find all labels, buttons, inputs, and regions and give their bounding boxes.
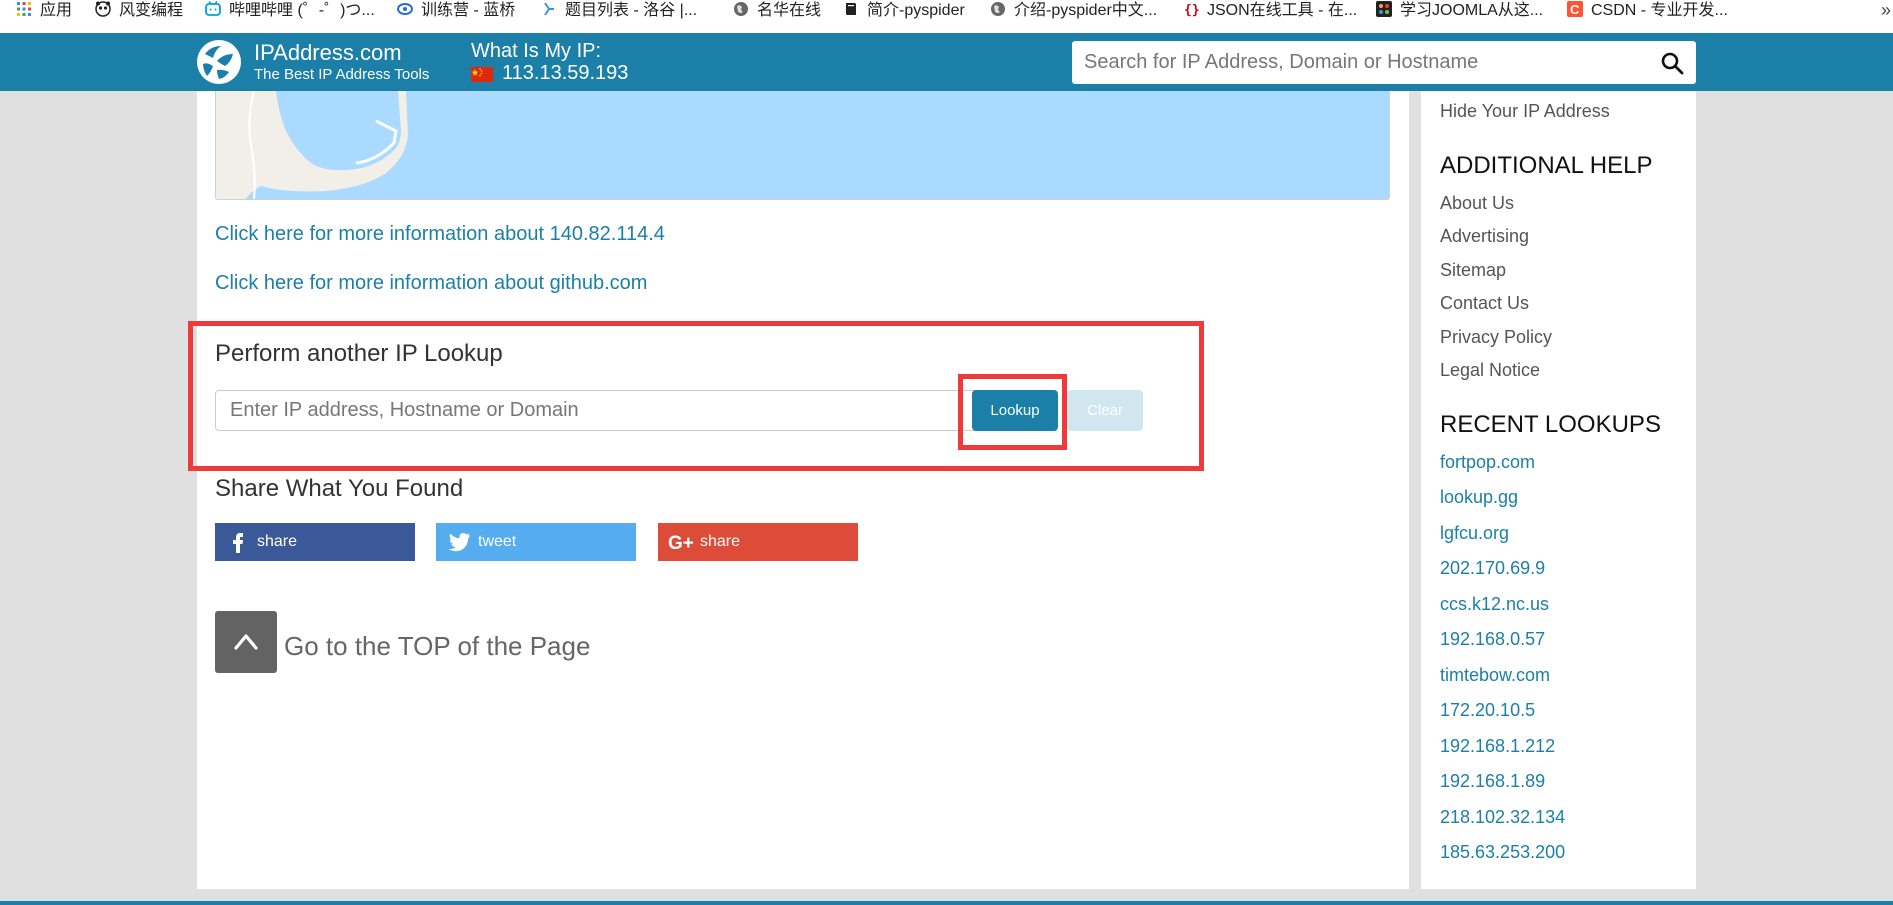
book-icon: [846, 3, 856, 15]
recent-lookup-item[interactable]: lgfcu.org: [1440, 523, 1509, 544]
lookup-button-highlight: [958, 374, 1067, 450]
site-search-box: [1072, 41, 1696, 84]
recent-lookup-item[interactable]: 172.20.10.5: [1440, 700, 1535, 721]
recent-lookup-item[interactable]: ccs.k12.nc.us: [1440, 594, 1549, 615]
bookmark-label: 应用: [40, 2, 73, 19]
share-label: share: [257, 533, 298, 550]
sidebar-item-legal-notice[interactable]: Legal Notice: [1440, 360, 1540, 381]
bookmark-label: 名华在线: [757, 2, 822, 19]
share-heading: Share What You Found: [215, 475, 464, 502]
twitter-tweet-button[interactable]: tweet: [436, 523, 636, 561]
more-info-ip-link[interactable]: Click here for more information about 14…: [215, 223, 665, 246]
apps-grid-icon: [17, 2, 31, 16]
joomla-icon: [1376, 1, 1392, 17]
main-content: Click here for more information about 14…: [197, 91, 1409, 889]
bookmark-luogu[interactable]: 题目列表 - 洛谷 |...: [541, 0, 697, 22]
globe-icon: [734, 2, 748, 16]
recent-lookups-heading: RECENT LOOKUPS: [1440, 411, 1661, 438]
bookmark-label: 题目列表 - 洛谷 |...: [565, 2, 698, 19]
bookmark-minghua[interactable]: 名华在线: [733, 0, 821, 22]
site-brand[interactable]: IPAddress.com: [254, 40, 402, 66]
csdn-icon: C: [1567, 1, 1583, 17]
recent-lookup-item[interactable]: lookup.gg: [1440, 487, 1518, 508]
svg-text:C: C: [1570, 2, 1580, 17]
hide-ip-link[interactable]: Hide Your IP Address: [1440, 101, 1610, 122]
json-braces-icon: {}: [1184, 3, 1199, 17]
recent-lookup-item[interactable]: fortpop.com: [1440, 452, 1535, 473]
twitter-icon: [448, 533, 470, 552]
recent-lookup-item[interactable]: 202.170.69.9: [1440, 558, 1545, 579]
location-map[interactable]: [215, 91, 1390, 200]
luogu-icon: [544, 2, 554, 16]
sidebar-item-privacy-policy[interactable]: Privacy Policy: [1440, 327, 1552, 348]
bookmark-label: 学习JOOMLA从这...: [1400, 2, 1544, 19]
google-plus-icon: G+: [668, 533, 694, 554]
bookmark-label: 介绍-pyspider中文...: [1014, 2, 1158, 19]
recent-lookup-item[interactable]: timtebow.com: [1440, 665, 1550, 686]
my-ip-label: What Is My IP:: [471, 40, 602, 62]
bookmark-bilibili[interactable]: 哔哩哔哩 (゜-゜)つ...: [205, 0, 375, 22]
ipaddress-logo-icon[interactable]: [197, 40, 241, 84]
site-search-input[interactable]: [1072, 41, 1644, 84]
bookmark-label: 哔哩哔哩 (゜-゜)つ...: [229, 2, 375, 19]
bookmark-json[interactable]: {} JSON在线工具 - 在...: [1183, 0, 1357, 22]
bookmark-lanqiao[interactable]: 训练营 - 蓝桥: [397, 0, 515, 22]
lanqiao-icon: [397, 3, 413, 15]
bookmark-label: CSDN - 专业开发...: [1591, 2, 1728, 19]
bilibili-tv-icon: [205, 1, 221, 16]
google-plus-share-button[interactable]: G+ share: [658, 523, 858, 561]
globe-icon: [991, 2, 1005, 16]
bookmark-pyspider-cn[interactable]: 介绍-pyspider中文...: [990, 0, 1157, 22]
bookmark-label: 风变编程: [119, 2, 184, 19]
sidebar-item-sitemap[interactable]: Sitemap: [1440, 260, 1506, 281]
more-info-domain-link[interactable]: Click here for more information about gi…: [215, 272, 647, 295]
bookmark-csdn[interactable]: C CSDN - 专业开发...: [1567, 0, 1728, 22]
bookmarks-overflow-button[interactable]: »: [1881, 0, 1891, 22]
site-tagline: The Best IP Address Tools: [254, 66, 430, 83]
tweet-label: tweet: [478, 533, 517, 550]
bookmark-apps[interactable]: 应用: [16, 0, 72, 22]
recent-lookup-item[interactable]: 192.168.0.57: [1440, 629, 1545, 650]
share-label: share: [700, 533, 741, 550]
bookmark-joomla[interactable]: 学习JOOMLA从这...: [1376, 0, 1543, 22]
panda-icon: [95, 1, 111, 17]
recent-lookup-item[interactable]: 185.63.253.200: [1440, 842, 1565, 863]
bookmark-label: 训练营 - 蓝桥: [421, 2, 516, 19]
svg-text:{}: {}: [1184, 3, 1199, 17]
bookmark-fengbian[interactable]: 风变编程: [95, 0, 183, 22]
chevron-up-icon: [234, 634, 258, 650]
bookmark-pyspider[interactable]: 简介-pyspider: [843, 0, 965, 22]
search-icon[interactable]: [1660, 51, 1684, 75]
recent-lookup-item[interactable]: 192.168.1.212: [1440, 736, 1555, 757]
go-to-top-button[interactable]: [215, 611, 277, 673]
sidebar: Hide Your IP Address ADDITIONAL HELP Abo…: [1421, 91, 1696, 889]
facebook-icon: [233, 533, 243, 553]
facebook-share-button[interactable]: share: [215, 523, 415, 561]
recent-lookup-item[interactable]: 218.102.32.134: [1440, 807, 1565, 828]
china-flag-icon: [471, 67, 493, 82]
bookmark-label: 简介-pyspider: [867, 2, 965, 19]
sidebar-item-advertising[interactable]: Advertising: [1440, 226, 1529, 247]
svg-text:G+: G+: [668, 533, 694, 554]
sidebar-item-about-us[interactable]: About Us: [1440, 193, 1514, 214]
bookmarks-bar: 应用 风变编程 哔哩哔哩 (゜-゜)つ... 训练营 - 蓝桥 题目列表 - 洛…: [0, 0, 1893, 34]
bookmark-label: JSON在线工具 - 在...: [1207, 2, 1358, 19]
site-header: IPAddress.com The Best IP Address Tools …: [0, 33, 1893, 91]
footer-strip: [0, 901, 1893, 905]
additional-help-heading: ADDITIONAL HELP: [1440, 152, 1653, 179]
go-to-top-link[interactable]: Go to the TOP of the Page: [284, 631, 590, 662]
sidebar-item-contact-us[interactable]: Contact Us: [1440, 293, 1529, 314]
my-ip-value: 113.13.59.193: [502, 62, 629, 84]
recent-lookup-item[interactable]: 192.168.1.89: [1440, 771, 1545, 792]
